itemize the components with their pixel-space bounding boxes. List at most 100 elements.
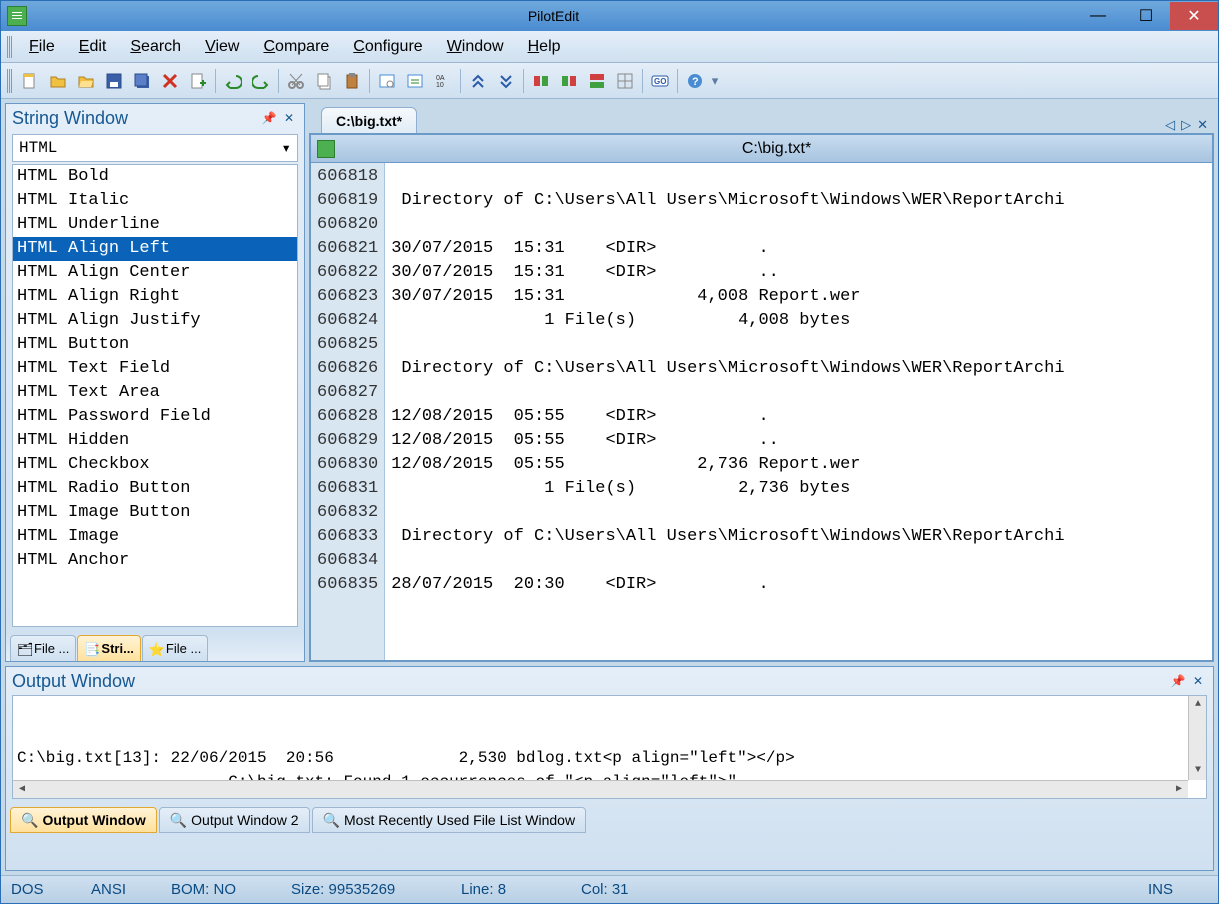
dropdown-value: HTML [19,139,57,157]
redo-button[interactable] [248,68,274,94]
save-button[interactable] [101,68,127,94]
string-item[interactable]: HTML Radio Button [13,477,297,501]
string-item[interactable]: HTML Text Field [13,357,297,381]
scroll-left-icon[interactable]: ◀ [13,781,31,799]
prev-diff-button[interactable] [493,68,519,94]
compare-3-button[interactable] [584,68,610,94]
status-encoding-dos: DOS [11,881,71,898]
pin-icon[interactable]: 📌 [260,109,278,127]
go-button[interactable]: GO [647,68,673,94]
add-doc-button[interactable] [185,68,211,94]
output-vscrollbar[interactable]: ▲ ▼ [1188,696,1206,780]
string-item[interactable]: HTML Password Field [13,405,297,429]
menu-file[interactable]: File [17,34,67,60]
cut-button[interactable] [283,68,309,94]
status-ins: INS [1148,881,1208,898]
string-item[interactable]: HTML Align Justify [13,309,297,333]
scroll-up-icon[interactable]: ▲ [1189,696,1207,714]
menu-help[interactable]: Help [516,34,573,60]
compare-4-button[interactable] [612,68,638,94]
menu-window[interactable]: Window [435,34,516,60]
menubar: FileEditSearchViewCompareConfigureWindow… [1,31,1218,63]
string-item[interactable]: HTML Align Right [13,285,297,309]
string-item[interactable]: HTML Bold [13,165,297,189]
toolbar-separator [215,69,216,93]
left-tab-2[interactable]: ⭐File ... [142,635,208,661]
string-item[interactable]: HTML Align Left [13,237,297,261]
output-close-icon[interactable]: ✕ [1189,672,1207,690]
output-tabs: 🔍Output Window🔍Output Window 2🔍Most Rece… [6,803,1213,833]
gear-icon: 🔍 [323,812,340,829]
tab-close-icon[interactable]: ✕ [1197,117,1208,133]
editor-title: C:\big.txt* [341,140,1212,158]
tab-prev-icon[interactable]: ◁ [1165,117,1175,133]
string-list[interactable]: HTML BoldHTML ItalicHTML UnderlineHTML A… [12,164,298,627]
copy-button[interactable] [311,68,337,94]
menu-handle-icon[interactable] [7,36,13,58]
menu-view[interactable]: View [193,34,251,60]
menu-compare[interactable]: Compare [251,34,341,60]
left-tab-0[interactable]: 🗂File ... [10,635,76,661]
string-type-dropdown[interactable]: HTML ▾ [12,134,298,162]
help-button[interactable]: ? [682,68,708,94]
file-tree-icon: 🗂 [17,642,31,656]
toolbar-overflow-icon[interactable]: ▾ [710,69,720,93]
line-gutter: 606818 606819 606820 606821 606822 60682… [311,163,385,660]
scroll-right-icon[interactable]: ▶ [1170,781,1188,799]
string-item[interactable]: HTML Italic [13,189,297,213]
output-tab-2[interactable]: 🔍Most Recently Used File List Window [312,807,587,833]
paste-button[interactable] [339,68,365,94]
left-panel-tabs: 🗂File ...📑Stri...⭐File ... [6,631,304,661]
svg-text:0A: 0A [436,75,445,82]
maximize-button[interactable]: ☐ [1122,2,1170,30]
next-diff-button[interactable] [465,68,491,94]
string-item[interactable]: HTML Text Area [13,381,297,405]
close-button[interactable]: ✕ [1170,2,1218,30]
toolbar-handle-icon[interactable] [7,69,13,93]
scroll-down-icon[interactable]: ▼ [1189,762,1207,780]
compare-2-button[interactable] [556,68,582,94]
svg-text:10: 10 [436,82,444,89]
left-tab-1[interactable]: 📑Stri... [77,635,141,661]
string-item[interactable]: HTML Button [13,333,297,357]
open-file-button[interactable] [45,68,71,94]
compare-1-button[interactable] [528,68,554,94]
new-file-button[interactable] [17,68,43,94]
status-encoding-ansi: ANSI [91,881,151,898]
code-area[interactable]: Directory of C:\Users\All Users\Microsof… [385,163,1212,660]
output-tab-1[interactable]: 🔍Output Window 2 [159,807,310,833]
menu-configure[interactable]: Configure [341,34,434,60]
open-folder-button[interactable] [73,68,99,94]
string-item[interactable]: HTML Align Center [13,261,297,285]
hex-10-button[interactable]: 0A10 [430,68,456,94]
string-item[interactable]: HTML Anchor [13,549,297,573]
delete-button[interactable] [157,68,183,94]
star-icon: ⭐ [149,642,163,656]
string-item[interactable]: HTML Hidden [13,429,297,453]
tab-next-icon[interactable]: ▷ [1181,117,1191,133]
menu-edit[interactable]: Edit [67,34,119,60]
output-body[interactable]: C:\big.txt[13]: 22/06/2015 20:56 2,530 b… [12,695,1207,799]
output-tab-0[interactable]: 🔍Output Window [10,807,157,833]
save-all-button[interactable] [129,68,155,94]
minimize-button[interactable]: — [1074,2,1122,30]
replace-button[interactable] [402,68,428,94]
panel-close-icon[interactable]: ✕ [280,109,298,127]
editor-panel: C:\big.txt* ◁ ▷ ✕ C:\big.txt* 606818 606… [309,103,1214,662]
find-button[interactable] [374,68,400,94]
output-pin-icon[interactable]: 📌 [1169,672,1187,690]
string-window-panel: String Window 📌 ✕ HTML ▾ HTML BoldHTML I… [5,103,305,662]
editor-body[interactable]: 606818 606819 606820 606821 606822 60682… [311,163,1212,660]
string-item[interactable]: HTML Image [13,525,297,549]
status-col: Col: 31 [581,881,681,898]
string-item[interactable]: HTML Checkbox [13,453,297,477]
undo-button[interactable] [220,68,246,94]
string-item[interactable]: HTML Image Button [13,501,297,525]
string-item[interactable]: HTML Underline [13,213,297,237]
output-hscrollbar[interactable]: ◀ ▶ [13,780,1188,798]
status-size: Size: 99535269 [291,881,441,898]
toolbar-separator [460,69,461,93]
toolbar-separator [523,69,524,93]
menu-search[interactable]: Search [118,34,193,60]
document-tab[interactable]: C:\big.txt* [321,107,417,133]
